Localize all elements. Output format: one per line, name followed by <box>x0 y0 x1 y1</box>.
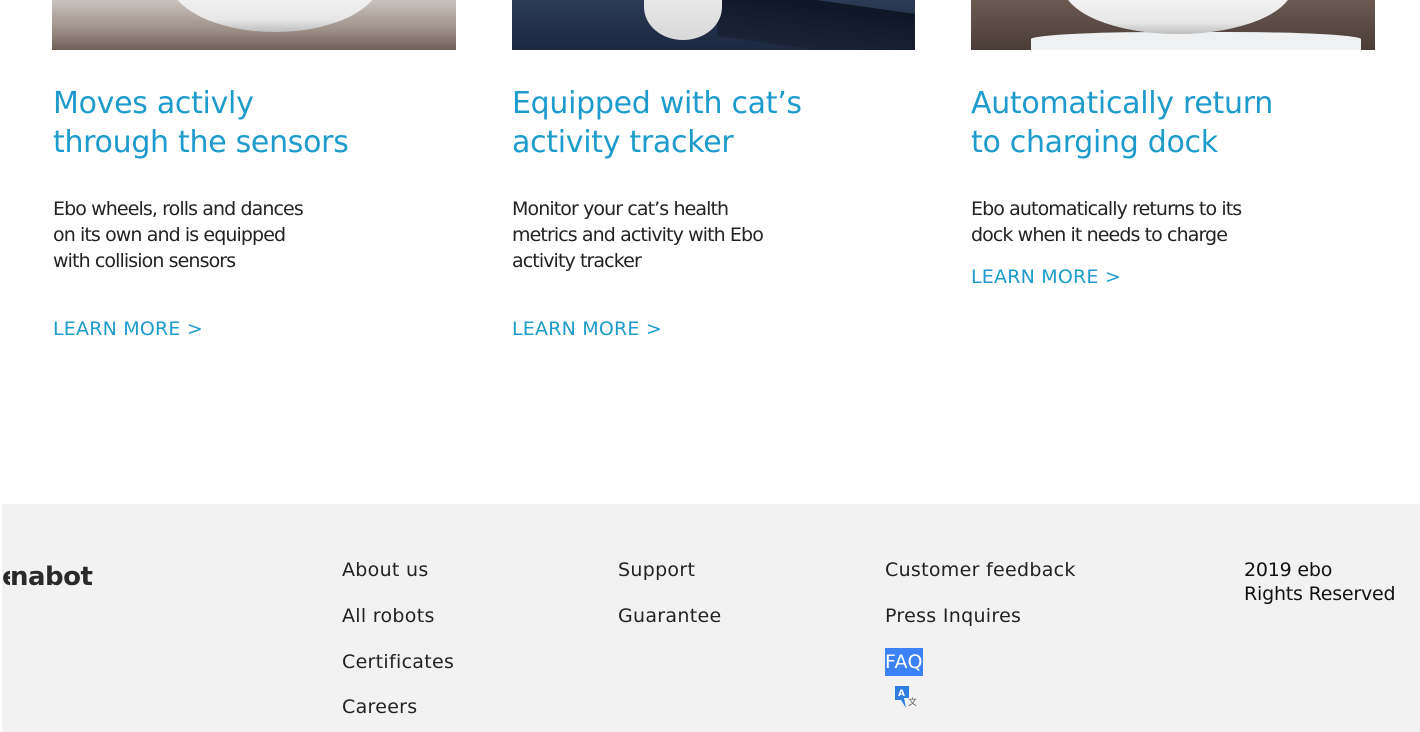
svg-text:A: A <box>898 689 905 699</box>
feature-tracker: Equipped with cat’s activity tracker Mon… <box>512 84 932 340</box>
ebo-robot-graphic <box>170 0 380 32</box>
learn-more-link[interactable]: LEARN MORE > <box>512 318 662 340</box>
enabot-logo[interactable]: enabot <box>2 562 93 592</box>
footer-link-customer-feedback[interactable]: Customer feedback <box>885 556 1076 584</box>
footer-link-careers[interactable]: Careers <box>342 693 454 721</box>
logo-letter-e: e <box>2 562 10 592</box>
product-image-sensors <box>52 0 456 50</box>
feature-dock: Automatically return to charging dock Eb… <box>971 84 1391 288</box>
footer-link-about-us[interactable]: About us <box>342 556 454 584</box>
product-image-tracker <box>512 0 915 50</box>
learn-more-link[interactable]: LEARN MORE > <box>971 266 1121 288</box>
translate-icon[interactable]: A 文 <box>893 684 919 710</box>
feature-title: Equipped with cat’s activity tracker <box>512 86 802 160</box>
page: Moves activly through the sensors Ebo wh… <box>0 0 1420 732</box>
collar-strap-graphic <box>717 0 915 50</box>
product-image-dock <box>971 0 1375 50</box>
footer-column-company: About us All robots Certificates Careers <box>342 556 454 732</box>
charging-dock-graphic <box>1031 32 1361 50</box>
activity-tracker-graphic <box>644 0 722 40</box>
footer-link-guarantee[interactable]: Guarantee <box>618 602 721 630</box>
feature-title: Automatically return to charging dock <box>971 86 1273 160</box>
ebo-robot-graphic <box>1063 0 1293 34</box>
footer: enabot About us All robots Certificates … <box>2 504 1420 732</box>
feature-sensors: Moves activly through the sensors Ebo wh… <box>53 84 473 340</box>
svg-text:文: 文 <box>908 696 917 708</box>
logo-text: nabot <box>10 562 93 592</box>
footer-link-support[interactable]: Support <box>618 556 721 584</box>
copyright-text: 2019 ebo Rights Reserved <box>1244 559 1396 605</box>
learn-more-link[interactable]: LEARN MORE > <box>53 318 203 340</box>
feature-title: Moves activly through the sensors <box>53 86 349 160</box>
feature-description: Monitor your cat’s health metrics and ac… <box>512 198 764 272</box>
feature-description: Ebo automatically returns to its dock wh… <box>971 198 1242 246</box>
footer-column-support: Support Guarantee <box>618 556 721 648</box>
footer-link-faq[interactable]: FAQ <box>885 648 923 676</box>
footer-link-certificates[interactable]: Certificates <box>342 648 454 676</box>
footer-link-press-inquires[interactable]: Press Inquires <box>885 602 1076 630</box>
footer-link-all-robots[interactable]: All robots <box>342 602 454 630</box>
feature-description: Ebo wheels, rolls and dances on its own … <box>53 198 304 272</box>
footer-column-help: Customer feedback Press Inquires FAQ <box>885 556 1076 694</box>
